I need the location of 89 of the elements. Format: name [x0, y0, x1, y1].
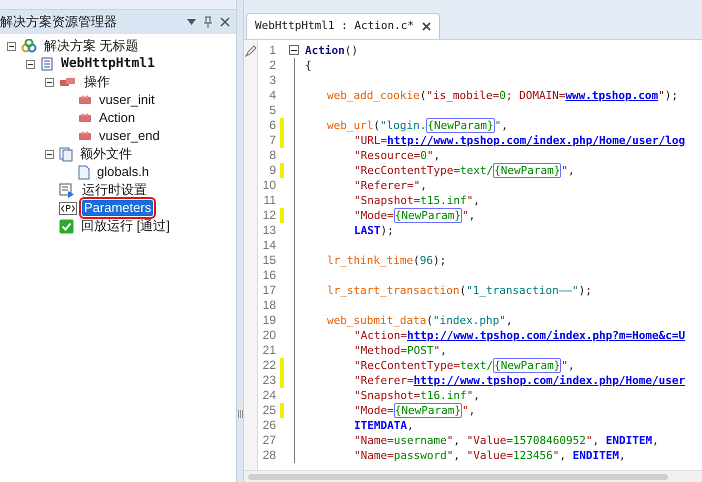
line-number: 16 — [262, 268, 277, 283]
tree-item[interactable]: 运行时设置 — [80, 182, 149, 198]
line-number: 1 — [268, 43, 277, 58]
code-line: web_url("login.{NewParam}", — [326, 118, 508, 133]
line-number: 28 — [262, 448, 277, 463]
code-line: ITEMDATA, — [353, 418, 414, 433]
tree-item[interactable]: globals.h — [95, 164, 152, 180]
line-number: 14 — [262, 238, 277, 253]
brick-icon — [78, 94, 92, 106]
documents-icon — [59, 146, 73, 162]
line-number: 27 — [262, 433, 277, 448]
editor-tab[interactable]: WebHttpHtml1 : Action.c* — [246, 13, 440, 39]
line-number: 24 — [262, 388, 277, 403]
line-number: 25 — [262, 403, 277, 418]
code-line: web_add_cookie("is_mobile=0; DOMAIN=www.tpshop.com"); — [326, 88, 678, 103]
line-number: 2 — [268, 58, 277, 73]
brick-icon — [78, 130, 92, 142]
line-number: 9 — [268, 163, 277, 178]
dropdown-icon[interactable] — [187, 19, 196, 25]
line-number: 18 — [262, 298, 277, 313]
linked-rings-icon — [21, 39, 37, 53]
line-number: 17 — [262, 283, 277, 298]
code-line: "Method=POST", — [353, 343, 447, 358]
collapse-toggle[interactable] — [45, 150, 54, 158]
line-number: 13 — [262, 223, 277, 238]
tab-label: WebHttpHtml1 : Action.c* — [255, 18, 414, 34]
tree-item[interactable]: 解决方案 无标题 — [42, 38, 141, 54]
code-line: "Snapshot=t15.inf", — [353, 193, 480, 208]
code-line: "Mode={NewParam}", — [353, 208, 476, 223]
code-line: "Referer=", — [353, 178, 427, 193]
tree-item[interactable]: vuser_end — [97, 128, 162, 144]
line-number: 6 — [268, 118, 277, 133]
tree-item[interactable]: Action — [97, 110, 138, 126]
collapse-toggle[interactable] — [26, 60, 35, 68]
code-line: lr_start_transaction("1_transaction——"); — [326, 283, 592, 298]
line-number: 21 — [262, 343, 277, 358]
bricks-icon — [59, 76, 77, 88]
code-line: "Mode={NewParam}", — [353, 403, 476, 418]
horizontal-scrollbar[interactable] — [244, 470, 702, 482]
code-line: "Name=password", "Value=123456", ENDITEM, — [353, 448, 626, 463]
collapse-toggle[interactable] — [45, 78, 54, 86]
line-number: 20 — [262, 328, 277, 343]
code-line: "Snapshot=t16.inf", — [353, 388, 480, 403]
code-line: "Resource=0", — [353, 148, 440, 163]
line-number: 8 — [268, 148, 277, 163]
code-line: web_submit_data("index.php", — [326, 313, 512, 328]
code-line: "Action=http://www.tpshop.com/index.php?m=Home&c=U — [353, 328, 686, 343]
tree-item[interactable]: Parameters — [82, 200, 154, 216]
line-number: 4 — [268, 88, 277, 103]
line-number: 10 — [262, 178, 277, 193]
tree-item[interactable]: 回放运行 [通过] — [79, 218, 172, 234]
code-line: "Referer=http://www.tpshop.com/index.php/Home/user — [353, 373, 686, 388]
grip-icon — [238, 410, 242, 418]
tree-item[interactable]: 额外文件 — [78, 146, 134, 162]
code-line: "Name=username", "Value=15708460952", ENDITEM, — [353, 433, 659, 448]
line-number: 12 — [262, 208, 277, 223]
check-icon — [59, 218, 74, 234]
tree-item[interactable]: WebHttpHtml1 — [59, 56, 157, 72]
code-line: "RecContentType=text/{NewParam}", — [353, 358, 575, 373]
line-number: 3 — [268, 73, 277, 88]
code-line: { — [304, 58, 312, 73]
collapse-toggle[interactable] — [7, 42, 16, 50]
line-number: 7 — [268, 133, 277, 148]
code-line: LAST); — [353, 223, 394, 238]
line-number: 26 — [262, 418, 277, 433]
line-number: 15 — [262, 253, 277, 268]
close-icon[interactable] — [422, 22, 431, 31]
line-number: 19 — [262, 313, 277, 328]
scrollbar-thumb[interactable] — [248, 474, 668, 480]
line-number: 23 — [262, 373, 277, 388]
panel-title: 解决方案资源管理器 — [0, 13, 117, 32]
line-number: 11 — [262, 193, 277, 208]
brick-icon — [78, 112, 92, 124]
parameter-icon — [59, 202, 77, 214]
line-number: 5 — [268, 103, 277, 118]
tree-item[interactable]: 操作 — [82, 74, 112, 90]
code-line: Action() — [304, 43, 358, 58]
code-line: lr_think_time(96); — [326, 253, 446, 268]
settings-list-icon — [59, 182, 75, 198]
pen-icon[interactable] — [244, 45, 256, 57]
line-number: 22 — [262, 358, 277, 373]
tree-item[interactable]: vuser_init — [97, 92, 157, 108]
script-icon — [40, 57, 54, 71]
pin-icon[interactable] — [204, 16, 212, 28]
close-icon[interactable] — [220, 17, 230, 27]
document-icon — [78, 164, 90, 180]
code-line: "URL=http://www.tpshop.com/index.php/Home/user/log — [353, 133, 686, 148]
code-line: "RecContentType=text/{NewParam}", — [353, 163, 575, 178]
fold-toggle[interactable] — [289, 45, 299, 55]
